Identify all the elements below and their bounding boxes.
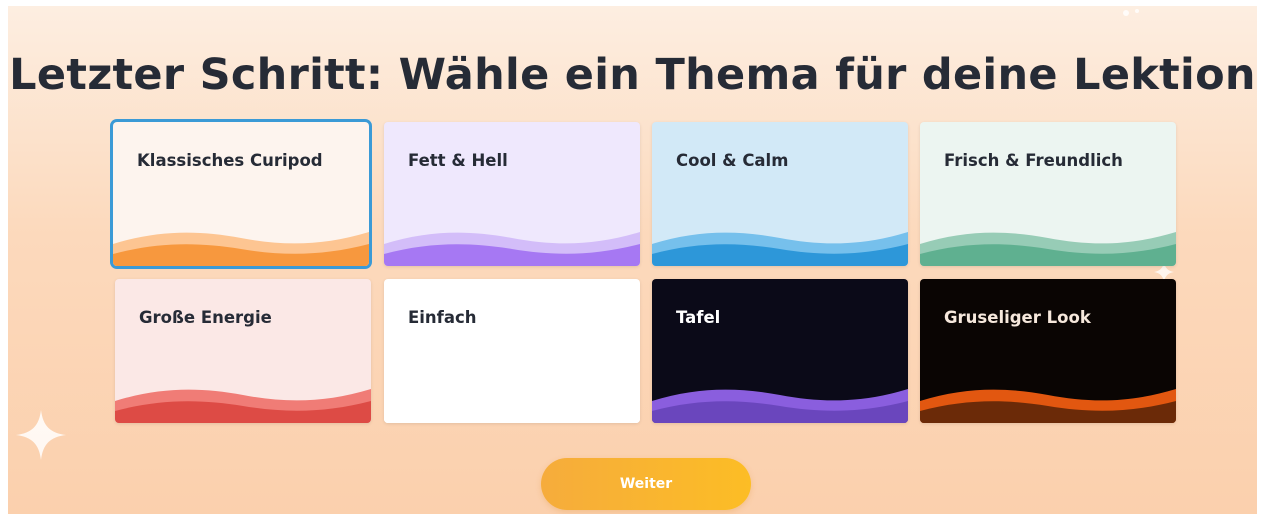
theme-card-label: Große Energie bbox=[139, 308, 272, 327]
theme-card-label: Fett & Hell bbox=[408, 151, 508, 170]
sparkle-icon bbox=[1120, 6, 1142, 25]
theme-card[interactable]: Frisch & Freundlich bbox=[920, 122, 1176, 266]
theme-card[interactable]: Cool & Calm bbox=[652, 122, 908, 266]
theme-wave-graphic bbox=[384, 232, 640, 266]
theme-wave-graphic bbox=[920, 232, 1176, 266]
theme-wave-graphic bbox=[652, 389, 908, 423]
theme-picker-panel: Letzter Schritt: Wähle ein Thema für dei… bbox=[8, 6, 1257, 514]
theme-wave-graphic bbox=[920, 389, 1176, 423]
theme-wave-graphic bbox=[384, 389, 640, 423]
next-button[interactable]: Weiter bbox=[541, 458, 751, 510]
theme-card[interactable]: Klassisches Curipod bbox=[113, 122, 369, 266]
theme-card-label: Klassisches Curipod bbox=[137, 151, 323, 170]
theme-card[interactable]: Tafel bbox=[652, 279, 908, 423]
theme-card-label: Einfach bbox=[408, 308, 477, 327]
theme-card-label: Tafel bbox=[676, 308, 721, 327]
theme-card[interactable]: Gruseliger Look bbox=[920, 279, 1176, 423]
theme-wave-graphic bbox=[115, 389, 371, 423]
sparkle-icon bbox=[14, 408, 68, 466]
theme-wave-graphic bbox=[113, 232, 369, 266]
theme-card[interactable]: Große Energie bbox=[115, 279, 371, 423]
theme-wave-graphic bbox=[652, 232, 908, 266]
page-title: Letzter Schritt: Wähle ein Thema für dei… bbox=[9, 50, 1256, 100]
theme-card[interactable]: Einfach bbox=[384, 279, 640, 423]
theme-card-label: Gruseliger Look bbox=[944, 308, 1091, 327]
theme-card[interactable]: Fett & Hell bbox=[384, 122, 640, 266]
theme-card-label: Frisch & Freundlich bbox=[944, 151, 1123, 170]
theme-card-label: Cool & Calm bbox=[676, 151, 789, 170]
